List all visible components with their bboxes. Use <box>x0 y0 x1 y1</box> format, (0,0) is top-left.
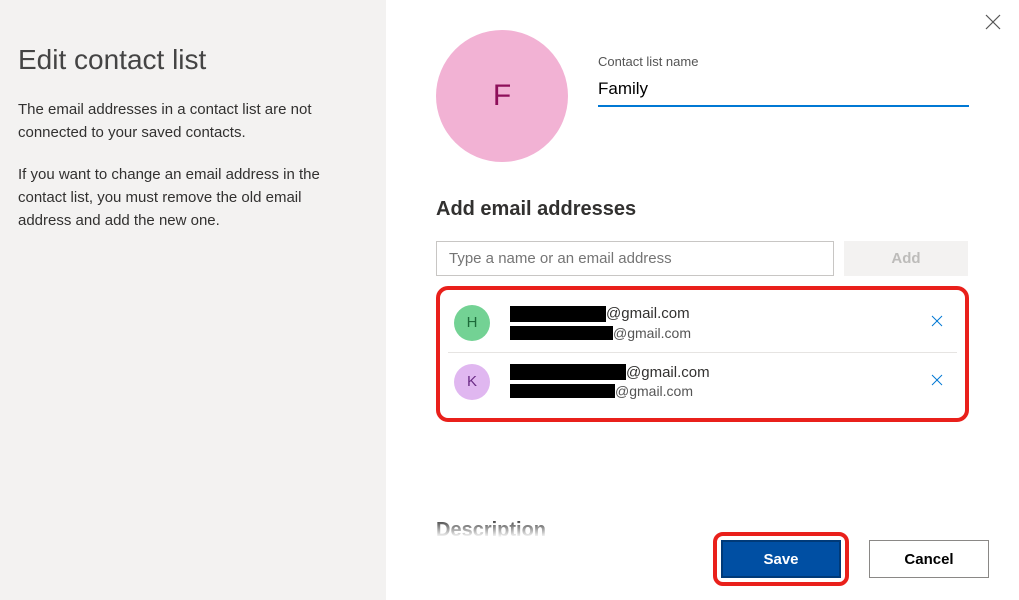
save-highlight-box: Save <box>713 532 849 586</box>
contacts-highlight-box: H @gmail.com @gmail.com K @gmail.com @gm… <box>436 286 969 422</box>
add-emails-title: Add email addresses <box>436 198 969 221</box>
close-button[interactable] <box>983 12 1003 32</box>
close-icon <box>931 315 943 327</box>
list-avatar: F <box>436 30 568 162</box>
remove-contact-button[interactable] <box>923 306 951 339</box>
list-name-label: Contact list name <box>598 54 969 69</box>
sidebar-description-2: If you want to change an email address i… <box>18 163 344 233</box>
cancel-button[interactable]: Cancel <box>869 540 989 578</box>
remove-contact-button[interactable] <box>923 365 951 398</box>
close-icon <box>931 374 943 386</box>
redacted-email <box>510 326 613 340</box>
save-button[interactable]: Save <box>721 540 841 578</box>
redacted-name <box>510 364 626 380</box>
email-input[interactable] <box>436 241 834 276</box>
description-title: Description <box>436 519 546 542</box>
contact-avatar: H <box>454 305 490 341</box>
contact-row: H @gmail.com @gmail.com <box>448 294 957 352</box>
contact-domain: @gmail.com <box>626 363 710 383</box>
contact-domain-sub: @gmail.com <box>615 382 693 400</box>
main-panel: F Contact list name Add email addresses … <box>386 0 1019 600</box>
redacted-name <box>510 306 606 322</box>
contact-domain: @gmail.com <box>606 304 690 324</box>
redacted-email <box>510 384 615 398</box>
list-name-input[interactable] <box>598 75 969 107</box>
contact-domain-sub: @gmail.com <box>613 324 691 342</box>
sidebar: Edit contact list The email addresses in… <box>0 0 386 600</box>
contact-row: K @gmail.com @gmail.com <box>448 352 957 411</box>
add-button[interactable]: Add <box>844 241 968 276</box>
page-title: Edit contact list <box>18 44 368 76</box>
sidebar-description-1: The email addresses in a contact list ar… <box>18 98 344 145</box>
close-icon <box>985 14 1001 30</box>
contact-avatar: K <box>454 364 490 400</box>
